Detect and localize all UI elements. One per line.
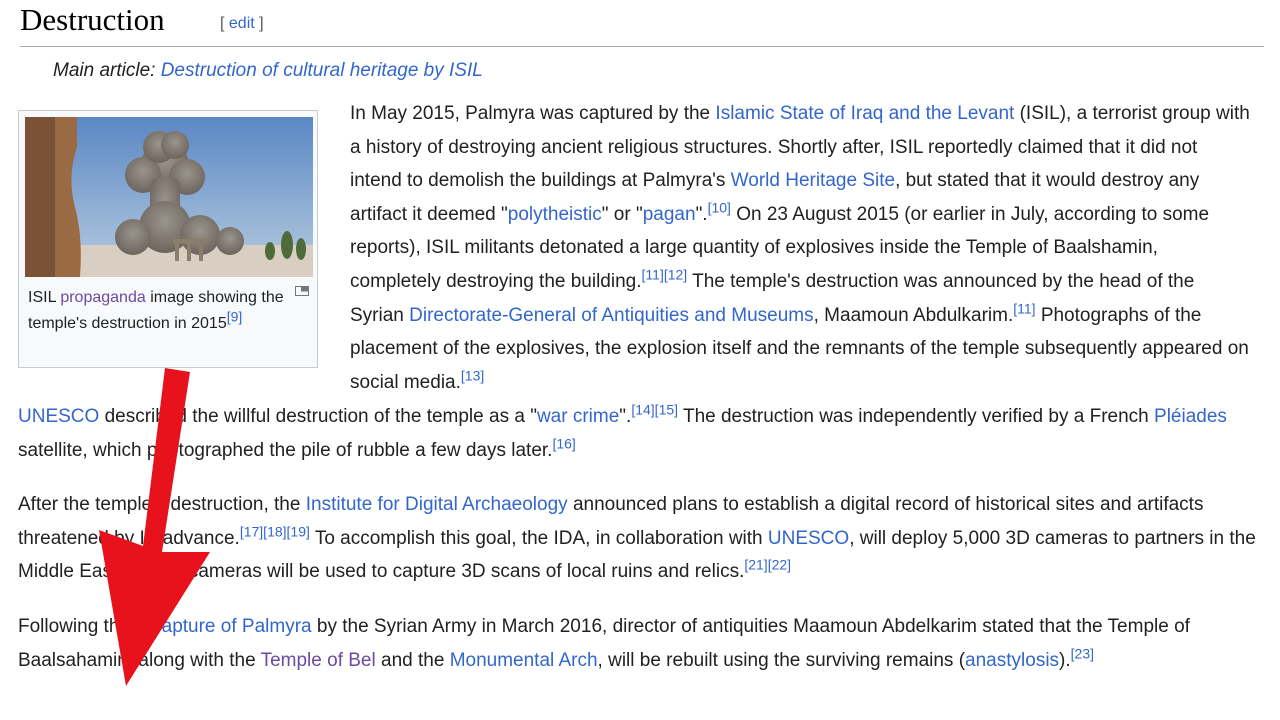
paragraph-destruction: In May 2015, Palmyra was captured by the… — [350, 103, 1250, 393]
ref-9[interactable]: [9] — [227, 309, 243, 325]
war-crime-link[interactable]: war crime — [537, 406, 619, 427]
recapture-link[interactable]: recapture of Palmyra — [135, 616, 311, 637]
anastylosis-link[interactable]: anastylosis — [965, 650, 1059, 671]
monumental-arch-link[interactable]: Monumental Arch — [450, 650, 598, 671]
main-article-link[interactable]: Destruction of cultural heritage by ISIL — [161, 60, 483, 81]
thumbnail: ISIL propaganda image showing the temple… — [18, 110, 318, 368]
pagan-link[interactable]: pagan — [643, 204, 696, 225]
directorate-general-link[interactable]: Directorate-General of Antiquities and M… — [409, 305, 813, 326]
polytheistic-link[interactable]: polytheistic — [508, 204, 602, 225]
edit-section: [ edit ] — [220, 15, 264, 32]
pleiades-link[interactable]: Pléiades — [1154, 406, 1227, 427]
propaganda-link[interactable]: propaganda — [60, 289, 145, 306]
ref-20[interactable]: [20] — [123, 557, 146, 573]
paragraph-ida: After the temple's destruction, the Inst… — [18, 494, 1256, 583]
ref-11[interactable]: [11] — [1013, 300, 1035, 316]
ref-17-19[interactable]: [17][18][19] — [240, 523, 310, 539]
ref-23[interactable]: [23] — [1071, 645, 1094, 661]
section-title: Destruction — [20, 2, 165, 37]
thumb-caption: ISIL propaganda image showing the temple… — [28, 289, 284, 332]
paragraph-rebuild: Following the recapture of Palmyra by th… — [18, 616, 1190, 671]
hatnote: Main article: Destruction of cultural he… — [53, 60, 483, 81]
ref-11-12[interactable]: [11][12] — [642, 267, 688, 283]
edit-link[interactable]: edit — [229, 15, 255, 32]
ida-link[interactable]: Institute for Digital Archaeology — [306, 494, 568, 515]
world-heritage-site-link[interactable]: World Heritage Site — [731, 170, 895, 191]
unesco-link[interactable]: UNESCO — [18, 406, 99, 427]
unesco-link-2[interactable]: UNESCO — [768, 528, 849, 549]
ref-13[interactable]: [13] — [461, 367, 484, 383]
ref-21-22[interactable]: [21][22] — [744, 557, 791, 573]
isil-link[interactable]: Islamic State of Iraq and the Levant — [715, 103, 1014, 124]
temple-of-bel-link[interactable]: Temple of Bel — [261, 650, 376, 671]
ref-14-15[interactable]: [14][15] — [631, 402, 678, 418]
paragraph-unesco: UNESCO described the willful destruction… — [18, 401, 1227, 461]
enlarge-icon[interactable] — [295, 283, 309, 296]
ref-16[interactable]: [16] — [552, 435, 575, 451]
ref-10[interactable]: [10] — [708, 199, 731, 215]
section-heading: Destruction [ edit ] — [20, 0, 1264, 47]
explosion-photo[interactable] — [25, 117, 313, 277]
